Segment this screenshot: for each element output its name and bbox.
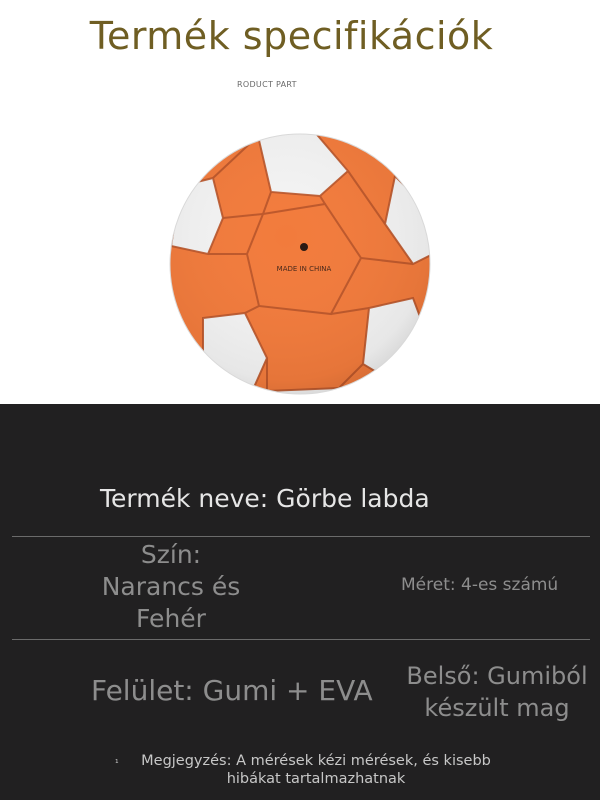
product-photo: RODUCT PART MADE IN CHINA: [0, 70, 600, 404]
color-label: Szín:: [140, 540, 202, 569]
size-spec: Méret: 4-es számú: [401, 575, 559, 595]
color-value-line2: Fehér: [136, 604, 206, 633]
specifications-panel: Termék neve: Görbe labda Szín: Narancs é…: [0, 404, 600, 800]
color-spec: Szín: Narancs és Fehér: [100, 539, 242, 635]
color-value-line1: Narancs és: [101, 572, 241, 601]
inner-line1: Belső: Gumiból: [406, 662, 588, 690]
product-part-caption: RODUCT PART: [237, 80, 297, 89]
product-name: Termék neve: Görbe labda: [100, 484, 430, 513]
measurement-note: Megjegyzés: A mérések kézi mérések, és k…: [130, 752, 502, 788]
valve-hole: [300, 243, 308, 251]
inner-line2: készült mag: [424, 694, 570, 722]
surface-spec: Felület: Gumi + EVA: [91, 674, 373, 707]
divider: [12, 536, 590, 537]
divider: [12, 639, 590, 640]
note-line2: hibákat tartalmazhatnak: [226, 771, 406, 787]
note-bullet-icon: ¹: [115, 759, 119, 769]
note-line1: Megjegyzés: A mérések kézi mérések, és k…: [141, 753, 491, 769]
inner-spec: Belső: Gumiból készült mag: [402, 660, 592, 724]
soccer-ball-image: MADE IN CHINA: [169, 133, 431, 395]
page-title: Termék specifikációk: [89, 14, 494, 58]
ball-print-text: MADE IN CHINA: [277, 265, 332, 273]
